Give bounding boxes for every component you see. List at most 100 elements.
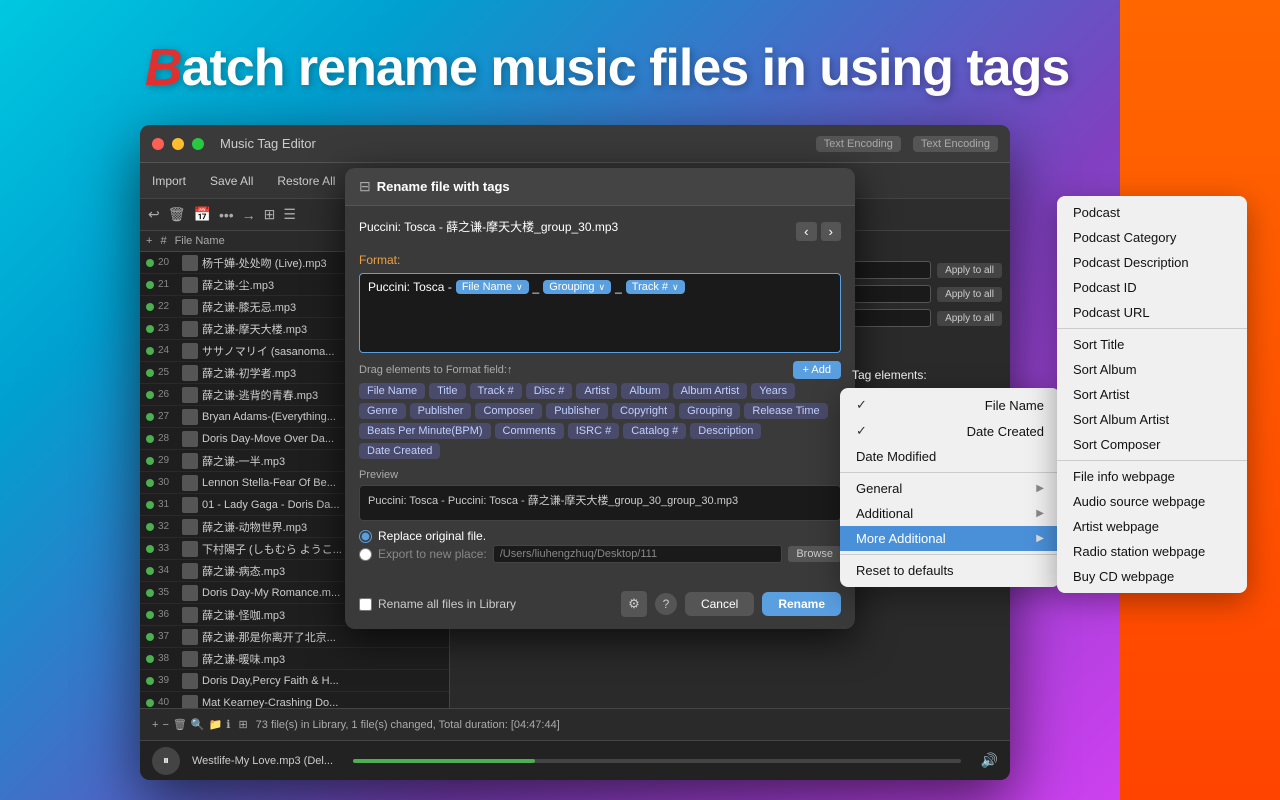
list-item[interactable]: 37 薛之谦-那是你离开了北京...: [140, 626, 449, 648]
search-icon[interactable]: 🔍: [191, 718, 205, 731]
menu-item-filename[interactable]: File Name: [840, 392, 1060, 418]
delete-icon2[interactable]: 🗑: [173, 718, 187, 731]
thumbnail: [182, 255, 198, 271]
grid-icon[interactable]: ⊞: [264, 206, 276, 223]
file-num: 35: [158, 587, 182, 598]
apply-btn-1[interactable]: Apply to all: [937, 263, 1002, 278]
chip-releasetime[interactable]: Release Time: [744, 403, 827, 419]
chip-title[interactable]: Title: [429, 383, 465, 399]
submenu-item-sort-album-artist[interactable]: Sort Album Artist: [1057, 407, 1247, 432]
submenu-item-podcast[interactable]: Podcast: [1057, 200, 1247, 225]
apply-btn-2[interactable]: Apply to all: [937, 287, 1002, 302]
toolbar-import[interactable]: Import: [148, 172, 190, 190]
toolbar-restore-all[interactable]: Restore All: [273, 172, 339, 190]
chip-copyright[interactable]: Copyright: [612, 403, 675, 419]
format-field[interactable]: Puccini: Tosca - File Name∨ _ Grouping∨ …: [359, 273, 841, 353]
minus-icon[interactable]: −: [162, 719, 168, 731]
rename-all-checkbox[interactable]: [359, 598, 372, 611]
close-button[interactable]: [152, 138, 164, 150]
submenu-item-podcast-category[interactable]: Podcast Category: [1057, 225, 1247, 250]
chip-genre[interactable]: Genre: [359, 403, 406, 419]
chip-years[interactable]: Years: [751, 383, 795, 399]
maximize-button[interactable]: [192, 138, 204, 150]
menu-item-more-additional[interactable]: More Additional ▶: [840, 526, 1060, 551]
list-icon[interactable]: ☰: [283, 206, 296, 223]
menu-item-datemodified[interactable]: Date Modified: [840, 444, 1060, 469]
format-tag-grouping[interactable]: Grouping∨: [543, 280, 611, 294]
add-button[interactable]: + Add: [793, 361, 841, 379]
minimize-button[interactable]: [172, 138, 184, 150]
submenu-item-radio-station-webpage[interactable]: Radio station webpage: [1057, 539, 1247, 564]
submenu-item-sort-artist[interactable]: Sort Artist: [1057, 382, 1247, 407]
submenu: Podcast Podcast Category Podcast Descrip…: [1057, 196, 1247, 593]
submenu-item-podcast-id[interactable]: Podcast ID: [1057, 275, 1247, 300]
dialog-footer: Rename all files in Library ⚙ ? Cancel R…: [345, 583, 855, 629]
format-tag-filename[interactable]: File Name∨: [456, 280, 529, 294]
chip-datecreated[interactable]: Date Created: [359, 443, 440, 459]
chip-grouping[interactable]: Grouping: [679, 403, 740, 419]
submenu-item-artist-webpage[interactable]: Artist webpage: [1057, 514, 1247, 539]
menu-item-reset[interactable]: Reset to defaults: [840, 558, 1060, 583]
add-icon[interactable]: +: [152, 719, 158, 731]
col-add[interactable]: +: [146, 235, 152, 247]
file-name: 薛之谦-尘.mp3: [202, 277, 274, 293]
chip-album[interactable]: Album: [621, 383, 668, 399]
back-icon[interactable]: ↩: [148, 206, 160, 223]
chip-publisher2[interactable]: Publisher: [546, 403, 608, 419]
chip-publisher[interactable]: Publisher: [410, 403, 472, 419]
export-path-input[interactable]: [493, 545, 783, 563]
info-icon[interactable]: ℹ: [226, 718, 230, 731]
play-pause-button[interactable]: ⏸: [152, 747, 180, 775]
submenu-item-podcast-url[interactable]: Podcast URL: [1057, 300, 1247, 325]
menu-item-datecreated[interactable]: Date Created: [840, 418, 1060, 444]
help-button[interactable]: ?: [655, 593, 677, 615]
submenu-item-sort-album[interactable]: Sort Album: [1057, 357, 1247, 382]
submenu-item-file-info-webpage[interactable]: File info webpage: [1057, 464, 1247, 489]
menu-item-general[interactable]: General ▶: [840, 476, 1060, 501]
submenu-item-audio-source-webpage[interactable]: Audio source webpage: [1057, 489, 1247, 514]
calendar-icon[interactable]: 📅: [194, 206, 211, 223]
submenu-item-sort-title[interactable]: Sort Title: [1057, 332, 1247, 357]
submenu-item-podcast-description[interactable]: Podcast Description: [1057, 250, 1247, 275]
toolbar-save-all[interactable]: Save All: [206, 172, 257, 190]
chip-description[interactable]: Description: [690, 423, 761, 439]
chip-artist[interactable]: Artist: [576, 383, 617, 399]
chip-albumartist[interactable]: Album Artist: [673, 383, 748, 399]
nav-back-button[interactable]: ‹: [796, 222, 816, 241]
chip-catalog[interactable]: Catalog #: [623, 423, 686, 439]
progress-bar[interactable]: [353, 759, 961, 763]
nav-forward-button[interactable]: ›: [821, 222, 841, 241]
folder-icon[interactable]: 📁: [209, 718, 223, 731]
list-item[interactable]: 39 Doris Day,Percy Faith & H...: [140, 670, 449, 692]
menu-sep-2: [840, 554, 1060, 555]
chip-discnum[interactable]: Disc #: [526, 383, 573, 399]
chip-filename[interactable]: File Name: [359, 383, 425, 399]
export-radio[interactable]: [359, 548, 372, 561]
browse-button[interactable]: Browse: [788, 546, 841, 562]
delete-icon[interactable]: 🗑: [168, 206, 186, 223]
arrow-icon-additional: ▶: [1036, 508, 1044, 519]
text-encoding-value[interactable]: Text Encoding: [913, 136, 998, 152]
chip-comments[interactable]: Comments: [495, 423, 564, 439]
chip-isrc[interactable]: ISRC #: [568, 423, 619, 439]
thumbnail: [182, 563, 198, 579]
rename-button[interactable]: Rename: [762, 592, 841, 616]
grid-icon2[interactable]: ⊞: [238, 718, 247, 731]
menu-item-additional[interactable]: Additional ▶: [840, 501, 1060, 526]
list-item[interactable]: 38 薛之谦-暖味.mp3: [140, 648, 449, 670]
cancel-button[interactable]: Cancel: [685, 592, 754, 616]
submenu-item-sort-composer[interactable]: Sort Composer: [1057, 432, 1247, 457]
list-item[interactable]: 40 Mat Kearney-Crashing Do...: [140, 692, 449, 708]
drag-hint-text: Drag elements to Format field:↑: [359, 364, 512, 376]
format-tag-tracknum[interactable]: Track #∨: [626, 280, 685, 294]
settings-button[interactable]: ⚙: [621, 591, 647, 617]
more-icon[interactable]: •••: [219, 207, 234, 223]
submenu-item-buy-cd-webpage[interactable]: Buy CD webpage: [1057, 564, 1247, 589]
volume-icon[interactable]: 🔊: [981, 752, 998, 769]
replace-radio[interactable]: [359, 530, 372, 543]
chip-tracknum[interactable]: Track #: [470, 383, 522, 399]
apply-btn-3[interactable]: Apply to all: [937, 311, 1002, 326]
chip-composer[interactable]: Composer: [475, 403, 542, 419]
forward-icon[interactable]: →: [242, 207, 256, 223]
chip-bpm[interactable]: Beats Per Minute(BPM): [359, 423, 491, 439]
